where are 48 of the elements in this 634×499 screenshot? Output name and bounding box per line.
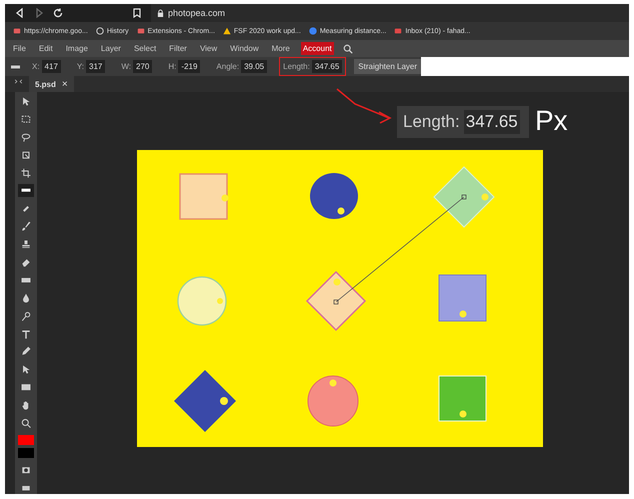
close-tab-button[interactable]: ×	[62, 78, 68, 90]
menu-item[interactable]: Account	[300, 42, 334, 55]
field-label: W:	[121, 62, 132, 71]
value-field[interactable]: -219	[178, 60, 200, 73]
color-swatch[interactable]	[18, 434, 34, 446]
straighten-layer-button[interactable]: Straighten Layer	[354, 59, 421, 74]
search-icon[interactable]	[342, 44, 353, 54]
callout-value: 347.65	[464, 110, 520, 134]
field-label: Angle:	[216, 62, 240, 71]
diamond-shape	[174, 370, 236, 432]
value-field[interactable]: 39.05	[241, 60, 268, 73]
field-label: X:	[32, 62, 40, 71]
ruler-icon	[11, 64, 20, 70]
globe-icon	[308, 27, 317, 35]
document-tab[interactable]: 5.psd ×	[29, 76, 74, 92]
clock-icon	[96, 27, 104, 35]
field-label: H:	[168, 62, 176, 71]
value-field[interactable]: 317	[86, 60, 106, 73]
callout-label: Length:	[403, 112, 460, 132]
menu-item[interactable]: Window	[228, 42, 261, 55]
menu-item[interactable]: Filter	[167, 42, 189, 55]
lock-icon	[157, 8, 164, 18]
ruler-icon[interactable]	[18, 184, 34, 197]
menu-item[interactable]: View	[198, 42, 220, 55]
circle-shape	[177, 276, 227, 326]
value-field[interactable]: 347.65	[312, 60, 342, 73]
triangle-icon	[222, 27, 231, 35]
reload-icon[interactable]	[53, 8, 63, 18]
menu-item[interactable]: More	[270, 42, 292, 55]
menu-item[interactable]: Image	[64, 42, 90, 55]
menu-item[interactable]: Select	[132, 42, 158, 55]
menu-item[interactable]: Layer	[98, 42, 123, 55]
square-shape	[438, 376, 486, 422]
address-bar[interactable]: photopea.com	[151, 4, 629, 22]
field-label: Y:	[76, 62, 84, 71]
collapse-icon[interactable]	[14, 78, 23, 84]
diamond-shape	[306, 270, 366, 332]
circle-shape	[310, 173, 358, 219]
value-field[interactable]: 417	[42, 60, 61, 73]
diamond-shape	[433, 166, 495, 228]
back-icon[interactable]	[15, 8, 25, 18]
color-swatch[interactable]	[18, 448, 34, 458]
field-label: Length:	[283, 62, 310, 71]
menu-item[interactable]: Edit	[36, 42, 55, 55]
menu-item[interactable]: File	[11, 42, 28, 55]
value-field[interactable]: 270	[133, 60, 152, 73]
bookmark-icon[interactable]	[132, 8, 142, 18]
unit-label: Px	[535, 105, 568, 137]
